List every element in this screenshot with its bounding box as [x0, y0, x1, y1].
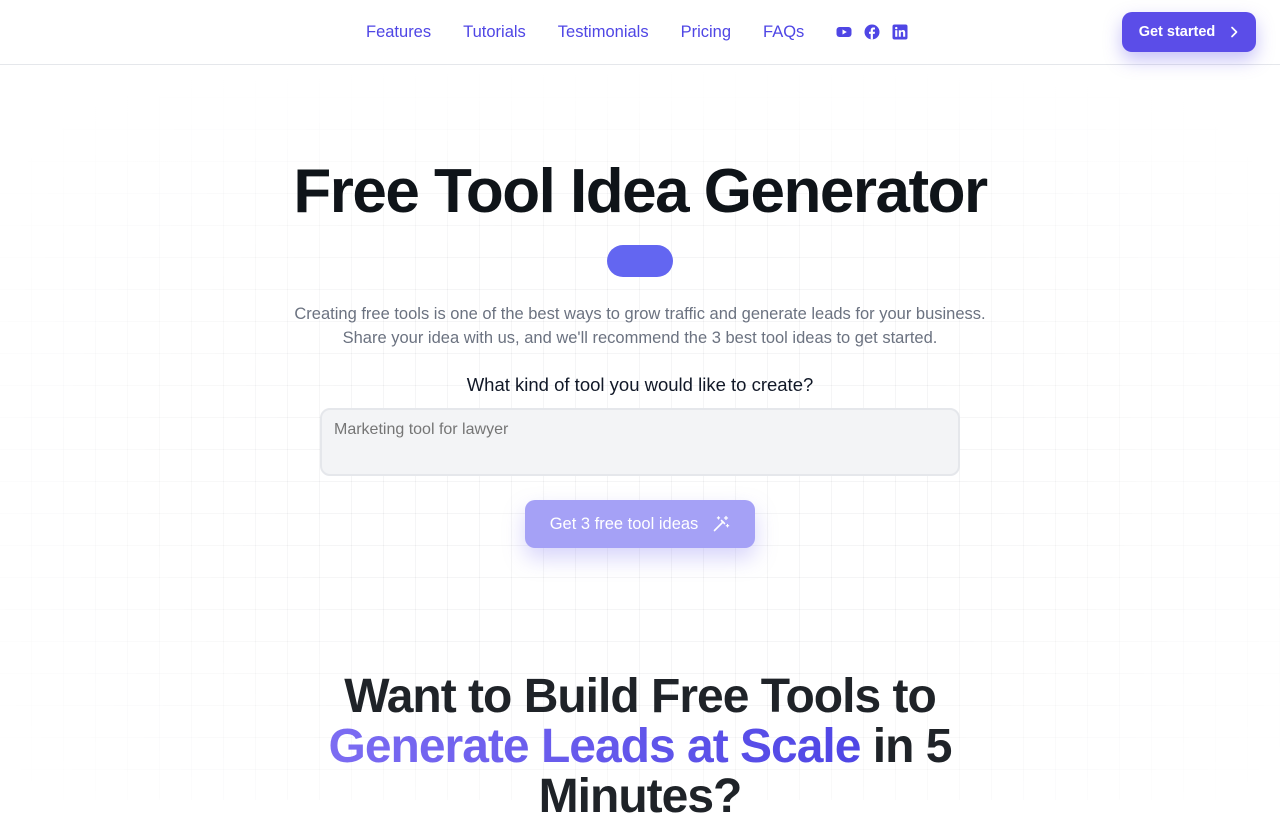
hero-description: Creating free tools is one of the best w…	[0, 302, 1280, 350]
decorative-pill	[607, 245, 673, 277]
facebook-icon[interactable]	[864, 24, 880, 40]
magic-wand-icon	[712, 515, 730, 533]
nav-link-faqs[interactable]: FAQs	[747, 0, 820, 64]
nav-link-features[interactable]: Features	[350, 0, 447, 64]
nav-link-testimonials[interactable]: Testimonials	[542, 0, 665, 64]
get-started-label: Get started	[1138, 24, 1216, 40]
headline-part-1: Want to Build Free Tools to	[344, 670, 937, 723]
social-links	[836, 24, 908, 40]
tool-idea-input[interactable]	[320, 408, 960, 476]
nav-link-pricing[interactable]: Pricing	[665, 0, 747, 64]
description-line-2: Share your idea with us, and we'll recom…	[342, 329, 938, 347]
page-title: Free Tool Idea Generator	[293, 157, 988, 226]
top-navbar: Features Tutorials Testimonials Pricing …	[0, 0, 1280, 65]
youtube-icon[interactable]	[836, 24, 852, 40]
main-nav: Features Tutorials Testimonials Pricing …	[350, 0, 908, 64]
description-line-1: Creating free tools is one of the best w…	[294, 305, 986, 323]
chevron-right-icon	[1229, 25, 1239, 39]
generate-ideas-button[interactable]: Get 3 free tool ideas	[525, 500, 755, 548]
headline-part-3: Minutes?	[538, 770, 743, 823]
get-started-button[interactable]: Get started	[1122, 12, 1256, 52]
tool-prompt-label: What kind of tool you would like to crea…	[466, 374, 814, 395]
linkedin-icon[interactable]	[892, 24, 908, 40]
headline-highlight: Generate Leads at Scale	[328, 720, 862, 773]
nav-link-tutorials[interactable]: Tutorials	[447, 0, 542, 64]
headline-part-2: in 5	[872, 720, 953, 773]
generate-ideas-label: Get 3 free tool ideas	[549, 514, 699, 533]
